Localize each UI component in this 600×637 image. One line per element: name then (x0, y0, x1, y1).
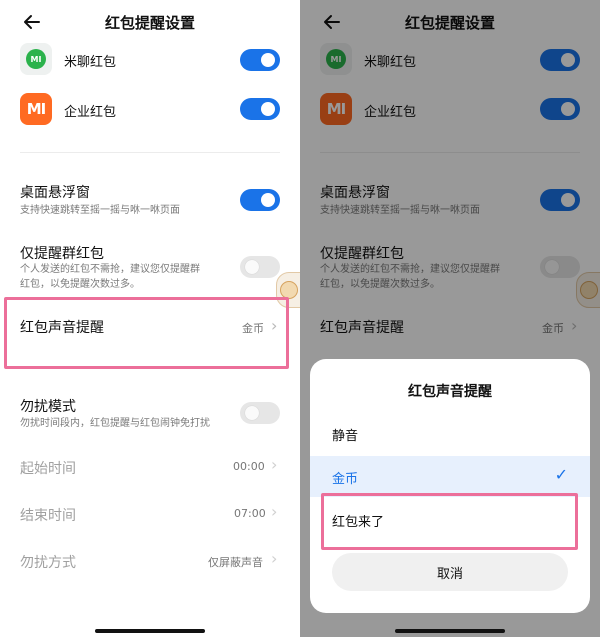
toggle-group-only[interactable] (240, 256, 280, 278)
toggle-dnd[interactable] (240, 402, 280, 424)
option-label: 金币 (332, 472, 359, 487)
sound-picker-sheet: 红包声音提醒 静音 金币 ✓ 红包来了 取消 (310, 359, 590, 613)
floating-window-label: 桌面悬浮窗 (20, 185, 90, 201)
option-gold-coin[interactable]: 金币 ✓ (310, 456, 590, 497)
start-time-value: 00:00 (233, 460, 265, 473)
settings-screen-with-sheet: 红包提醒设置 MI 米聊红包 MI 企业红包 桌面悬浮窗 支持快速跳转至摇一摇与… (300, 0, 600, 637)
checkmark-icon: ✓ (554, 465, 568, 484)
floating-window-desc: 支持快速跳转至摇一摇与咻一咻页面 (20, 205, 180, 216)
highlight-box (4, 297, 289, 369)
page-title: 红包提醒设置 (104, 14, 195, 32)
app-label-enterprise: 企业红包 (64, 105, 117, 120)
group-only-label: 仅提醒群红包 (20, 246, 104, 262)
dnd-mode-value: 仅屏蔽声音 (208, 556, 263, 569)
option-label: 静音 (332, 429, 359, 444)
dnd-mode-label: 勿扰方式 (20, 555, 76, 571)
toggle-floating-window[interactable] (240, 189, 280, 211)
end-time-label: 结束时间 (20, 508, 76, 524)
app-label-miliao: 米聊红包 (64, 55, 117, 70)
divider (20, 152, 280, 153)
chevron-right-icon: › (271, 455, 278, 474)
highlight-box (321, 493, 578, 550)
dnd-label: 勿扰模式 (20, 399, 76, 415)
start-time-label: 起始时间 (20, 461, 76, 477)
group-only-desc-line2: 红包，以免提醒次数过多。 (20, 279, 140, 290)
option-mute[interactable]: 静音 (310, 413, 590, 454)
cancel-button[interactable]: 取消 (332, 553, 568, 591)
miliao-icon: MI (20, 43, 52, 75)
end-time-value: 07:00 (234, 507, 266, 520)
chevron-right-icon: › (271, 502, 278, 521)
group-only-desc-line1: 个人发送的红包不需抢，建议您仅提醒群 (20, 264, 200, 275)
chevron-right-icon: › (271, 549, 278, 568)
toggle-enterprise[interactable] (240, 98, 280, 120)
home-indicator (395, 629, 505, 633)
toggle-miliao[interactable] (240, 49, 280, 71)
xiaomi-logo-icon: MI (20, 93, 52, 125)
sheet-title: 红包声音提醒 (408, 384, 492, 400)
dnd-desc: 勿扰时间段内，红包提醒与红包闹钟免打扰 (20, 418, 210, 429)
settings-screen: 红包提醒设置 MI 米聊红包 MI 企业红包 桌面悬浮窗 支持快速跳转至摇一摇与… (0, 0, 300, 637)
home-indicator (95, 629, 205, 633)
